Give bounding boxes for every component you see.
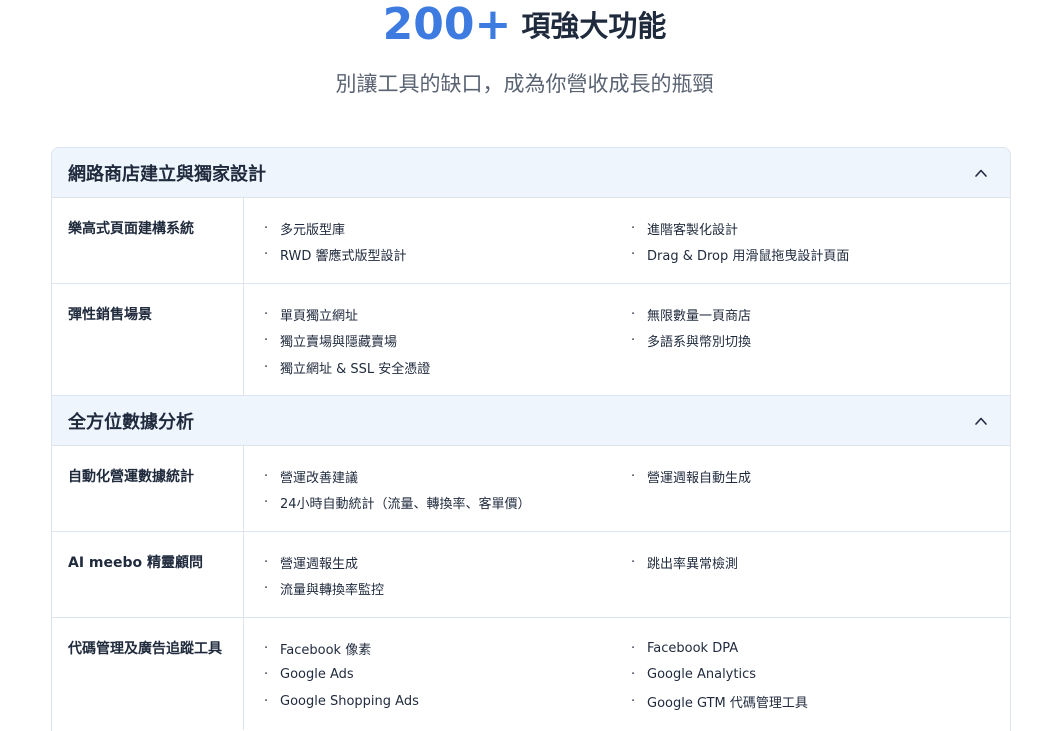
list-item: · 流量與轉換率監控 bbox=[264, 581, 385, 599]
list-item: · Facebook DPA bbox=[631, 640, 739, 656]
list-item: · 營運週報生成 bbox=[264, 554, 359, 572]
feature-row: 彈性銷售場景 · 單頁獨立網址 · 無限數量一頁商店 · 獨立賣場與隱藏賣場 · 多語系… bbox=[52, 284, 1010, 396]
row-items: · 多元版型庫 · 進階客製化設計 · RWD 響應式版型設計 · Drag & Dro… bbox=[244, 198, 1010, 283]
feature-row: 樂高式頁面建構系統 · 多元版型庫 · 進階客製化設計 · RWD 響應式版型設計 ·… bbox=[52, 198, 1010, 284]
hero-title: 200+ 項強大功能 bbox=[0, 0, 1049, 50]
row-label: 代碼管理及廣告追蹤工具 bbox=[52, 618, 244, 730]
section-title: 網路商店建立與獨家設計 bbox=[68, 163, 266, 185]
hero-heading: 項強大功能 bbox=[521, 9, 667, 43]
list-item: · Google GTM 代碼管理工具 bbox=[631, 693, 808, 711]
feature-row: AI meebo 精靈顧問 · 營運週報生成 · 跳出率異常檢測 · 流量與轉換率監控 bbox=[52, 532, 1010, 618]
row-label: 自動化營運數據統計 bbox=[52, 446, 244, 531]
list-item: · 營運改善建議 bbox=[264, 468, 359, 486]
list-item: · RWD 響應式版型設計 bbox=[264, 247, 407, 265]
list-item: · 獨立賣場與隱藏賣場 bbox=[264, 333, 398, 351]
feature-row: 代碼管理及廣告追蹤工具 · Facebook 像素 · Facebook DPA ·… bbox=[52, 618, 1010, 730]
row-items: · 營運週報生成 · 跳出率異常檢測 · 流量與轉換率監控 bbox=[244, 532, 1010, 617]
row-label: 樂高式頁面建構系統 bbox=[52, 198, 244, 283]
list-item: · 進階客製化設計 bbox=[631, 220, 739, 238]
feature-row: 自動化營運數據統計 · 營運改善建議 · 營運週報自動生成 · 24小時自動統計（流量… bbox=[52, 446, 1010, 532]
section-title: 全方位數據分析 bbox=[68, 411, 194, 433]
list-item: · 多元版型庫 bbox=[264, 220, 346, 238]
row-items: · Facebook 像素 · Facebook DPA · Google Ads ·… bbox=[244, 618, 1010, 730]
list-item: · Drag & Drop 用滑鼠拖曳設計頁面 bbox=[631, 247, 850, 265]
list-item: · 單頁獨立網址 bbox=[264, 306, 359, 324]
list-item: · 無限數量一頁商店 bbox=[631, 306, 752, 324]
row-items: · 營運改善建議 · 營運週報自動生成 · 24小時自動統計（流量、轉換率、客單價） bbox=[244, 446, 1010, 531]
hero-subtitle: 別讓工具的缺口，成為你營收成長的瓶頸 bbox=[335, 72, 714, 96]
row-items: · 單頁獨立網址 · 無限數量一頁商店 · 獨立賣場與隱藏賣場 · 多語系與幣別切換 ·… bbox=[244, 284, 1010, 395]
hero-number: 200+ bbox=[382, 0, 512, 50]
list-item: · 跳出率異常檢測 bbox=[631, 554, 739, 572]
feature-accordion: 網路商店建立與獨家設計 樂高式頁面建構系統 · 多元版型庫 · 進階客製化設計 · R… bbox=[51, 147, 1011, 731]
list-item: · Google Analytics bbox=[631, 667, 757, 683]
chevron-up-icon[interactable] bbox=[974, 414, 988, 428]
section-header-data-analytics[interactable]: 全方位數據分析 bbox=[52, 396, 1010, 446]
list-item-empty bbox=[631, 354, 1010, 381]
list-item-empty bbox=[631, 490, 1010, 517]
section-header-store-design[interactable]: 網路商店建立與獨家設計 bbox=[52, 148, 1010, 198]
list-item-empty bbox=[631, 576, 1010, 603]
row-label: AI meebo 精靈顧問 bbox=[52, 532, 244, 617]
list-item: · 多語系與幣別切換 bbox=[631, 333, 752, 351]
list-item: · 營運週報自動生成 bbox=[631, 468, 752, 486]
chevron-up-icon[interactable] bbox=[974, 166, 988, 180]
list-item: · Google Ads bbox=[264, 667, 354, 683]
list-item: · 24小時自動統計（流量、轉換率、客單價） bbox=[264, 495, 531, 513]
list-item: · Google Shopping Ads bbox=[264, 693, 419, 709]
list-item: · 獨立網址 & SSL 安全憑證 bbox=[264, 359, 431, 377]
list-item: · Facebook 像素 bbox=[264, 640, 372, 658]
row-label: 彈性銷售場景 bbox=[52, 284, 244, 395]
